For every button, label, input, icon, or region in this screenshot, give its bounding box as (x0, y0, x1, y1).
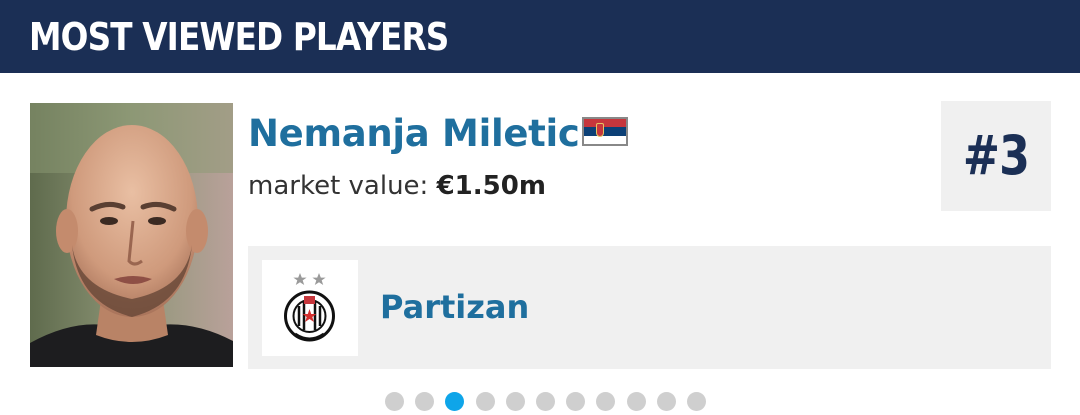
carousel-dot[interactable] (506, 392, 525, 411)
carousel-dot[interactable] (687, 392, 706, 411)
player-portrait[interactable] (30, 103, 233, 367)
club-name[interactable]: Partizan (380, 287, 529, 327)
partizan-crest-icon (284, 273, 335, 342)
club-link[interactable]: Partizan (248, 246, 1051, 369)
carousel-dot[interactable] (596, 392, 615, 411)
carousel-dot[interactable] (627, 392, 646, 411)
serbia-flag-icon[interactable] (582, 117, 628, 146)
carousel-dot[interactable] (476, 392, 495, 411)
carousel-dot[interactable] (415, 392, 434, 411)
carousel-dot[interactable] (385, 392, 404, 411)
carousel-dot[interactable] (657, 392, 676, 411)
carousel-dot[interactable] (536, 392, 555, 411)
market-value-row: market value: €1.50m (248, 170, 546, 202)
rank-value: #3 (962, 124, 1030, 187)
player-photo-icon (30, 103, 233, 367)
player-card: Nemanja Miletic market value: €1.50m #3 (0, 73, 1080, 415)
widget-header: MOST VIEWED PLAYERS (0, 0, 1080, 73)
carousel-dot[interactable] (566, 392, 585, 411)
rank-badge: #3 (941, 101, 1051, 211)
market-value: €1.50m (436, 171, 546, 201)
carousel-dot-active[interactable] (445, 392, 464, 411)
most-viewed-players-widget: MOST VIEWED PLAYERS Nemanja Miletic mark… (0, 0, 1080, 415)
widget-title: MOST VIEWED PLAYERS (29, 15, 449, 59)
club-logo[interactable] (262, 260, 358, 356)
market-value-label: market value: (248, 171, 429, 201)
player-name-link[interactable]: Nemanja Miletic (248, 113, 580, 155)
